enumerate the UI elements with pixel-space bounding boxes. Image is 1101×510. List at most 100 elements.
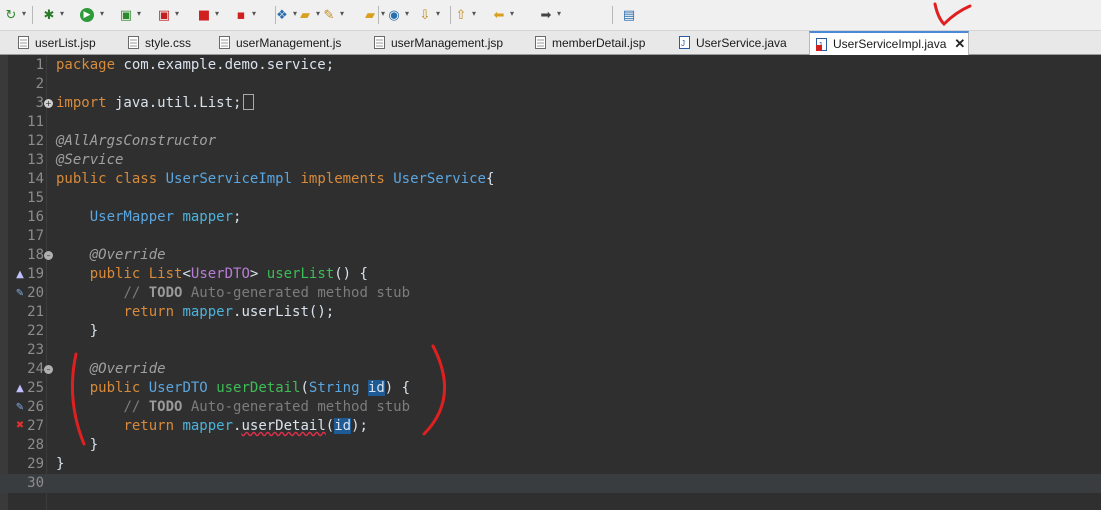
toolbar-separator [275, 6, 276, 24]
code-text: @AllArgsConstructor [56, 133, 217, 149]
code-line[interactable]: 22 } [0, 322, 1101, 341]
stop-icon[interactable]: ■ [195, 5, 213, 25]
tab-userserviceimpl-java[interactable]: J UserServiceImpl.java ✕ [809, 31, 969, 55]
code-text: import java.util.List; [56, 94, 255, 113]
code-line[interactable]: 28 } [0, 436, 1101, 455]
code-line[interactable]: 17 [0, 227, 1101, 246]
dropdown-caret-icon[interactable]: ▾ [22, 9, 26, 18]
code-text: @Override [89, 361, 166, 377]
dropdown-caret-icon[interactable]: ▾ [472, 9, 476, 18]
line-number: 17 [27, 228, 44, 244]
code-line[interactable]: 24 @Override – [0, 360, 1101, 379]
tab-label: memberDetail.jsp [552, 35, 646, 50]
dropdown-caret-icon[interactable]: ▾ [100, 9, 104, 18]
dropdown-caret-icon[interactable]: ▾ [510, 9, 514, 18]
collapsed-imports-box[interactable] [243, 94, 255, 110]
code-line[interactable]: 2 [0, 75, 1101, 94]
code-text: } [56, 437, 99, 453]
code-line[interactable]: 30 [0, 474, 1101, 493]
expand-fold-icon[interactable]: + [44, 99, 53, 108]
pin-editor-icon[interactable]: ▤ [620, 5, 638, 25]
line-number: 18 [27, 247, 44, 263]
dropdown-caret-icon[interactable]: ▾ [436, 9, 440, 18]
tab-usermanagement-jsp[interactable]: userManagement.jsp [374, 31, 512, 54]
run-coverage-icon[interactable]: ▣ [117, 5, 135, 25]
tab-label: style.css [145, 35, 192, 50]
override-marker-icon[interactable]: ▲ [14, 269, 26, 281]
line-number: 28 [27, 437, 44, 453]
code-line[interactable]: 3 import java.util.List; + [0, 94, 1101, 113]
toolbar-separator [378, 6, 379, 24]
task-marker-icon[interactable]: ✎ [14, 288, 26, 300]
code-line[interactable]: 27 return mapper.userDetail(id); ✖ [0, 417, 1101, 436]
code-text: public UserDTO userDetail(String id) { [89, 380, 411, 396]
tab-usermanagement-js[interactable]: userManagement.js [219, 31, 349, 54]
code-line[interactable]: 11 [0, 113, 1101, 132]
external-tools-icon[interactable]: ▣ [155, 5, 173, 25]
debug-icon[interactable]: ✱ [40, 5, 58, 25]
error-marker-icon[interactable]: ✖ [14, 420, 26, 432]
java-file-icon: J [816, 37, 827, 51]
sync-icon[interactable]: ↻ [2, 5, 20, 25]
back-icon[interactable]: ⬅ [490, 5, 508, 25]
dropdown-caret-icon[interactable]: ▾ [405, 9, 409, 18]
dropdown-caret-icon[interactable]: ▾ [252, 9, 256, 18]
line-number: 1 [35, 57, 44, 73]
line-number: 13 [27, 152, 44, 168]
collapse-fold-icon[interactable]: – [44, 251, 53, 260]
line-number: 12 [27, 133, 44, 149]
code-line[interactable]: 14 public class UserServiceImpl implement… [0, 170, 1101, 189]
code-line[interactable]: 23 [0, 341, 1101, 360]
run-icon[interactable]: ▶ [80, 8, 94, 22]
override-marker-icon[interactable]: ▲ [14, 383, 26, 395]
next-annotation-icon[interactable]: ⇩ [416, 5, 434, 25]
dropdown-caret-icon[interactable]: ▾ [137, 9, 141, 18]
css-file-icon [128, 36, 139, 49]
tab-label: userList.jsp [35, 35, 96, 50]
dropdown-caret-icon[interactable]: ▾ [175, 9, 179, 18]
code-line[interactable]: 12 @AllArgsConstructor [0, 132, 1101, 151]
tab-userlist-jsp[interactable]: userList.jsp [18, 31, 108, 54]
code-line[interactable]: 15 [0, 189, 1101, 208]
previous-annotation-icon[interactable]: ⇧ [452, 5, 470, 25]
line-number: 15 [27, 190, 44, 206]
tab-style-css[interactable]: style.css [128, 31, 203, 54]
code-line[interactable]: 26 // TODO Auto-generated method stub ✎ [0, 398, 1101, 417]
tab-label: userManagement.js [236, 35, 342, 50]
code-editor[interactable]: 1 package com.example.demo.service; 2 3 impo… [0, 55, 1101, 510]
collapse-fold-icon[interactable]: – [44, 365, 53, 374]
code-line[interactable]: 29} [0, 455, 1101, 474]
open-folder-icon[interactable]: ▰ [296, 5, 314, 25]
globe-icon[interactable]: ◉ [385, 5, 403, 25]
dropdown-caret-icon[interactable]: ▾ [215, 9, 219, 18]
code-line[interactable]: 18 @Override – [0, 246, 1101, 265]
tab-label: userManagement.jsp [391, 35, 504, 50]
task-marker-icon[interactable]: ✎ [14, 402, 26, 414]
tab-memberdetail-jsp[interactable]: memberDetail.jsp [535, 31, 657, 54]
code-line[interactable]: 13 @Service [0, 151, 1101, 170]
forward-icon[interactable]: ➡ [537, 5, 555, 25]
code-line[interactable]: 16 UserMapper mapper; [0, 208, 1101, 227]
code-line[interactable]: 1 package com.example.demo.service; [0, 56, 1101, 75]
code-text: // TODO Auto-generated method stub [123, 399, 411, 415]
code-text: // TODO Auto-generated method stub [123, 285, 411, 301]
new-server-icon[interactable]: ▪ [232, 5, 250, 25]
dropdown-caret-icon[interactable]: ▾ [340, 9, 344, 18]
code-text: return mapper.userDetail(id); [123, 418, 368, 434]
dropdown-caret-icon[interactable]: ▾ [60, 9, 64, 18]
code-text: public List<UserDTO> userList() { [89, 266, 368, 282]
code-line[interactable]: 19 public List<UserDTO> userList() {▲ [0, 265, 1101, 284]
js-file-icon [219, 36, 230, 49]
code-line[interactable]: 25 public UserDTO userDetail(String id) … [0, 379, 1101, 398]
edit-icon[interactable]: ✎ [320, 5, 338, 25]
code-line[interactable]: 20 // TODO Auto-generated method stub ✎ [0, 284, 1101, 303]
code-line[interactable]: 21 return mapper.userList(); [0, 303, 1101, 322]
line-number: 11 [27, 114, 44, 130]
line-number: 23 [27, 342, 44, 358]
open-folder-2-icon[interactable]: ▰ [361, 5, 379, 25]
code-text: } [56, 456, 65, 472]
dropdown-caret-icon[interactable]: ▾ [557, 9, 561, 18]
jsp-file-icon [18, 36, 29, 49]
close-tab-icon[interactable]: ✕ [954, 36, 965, 52]
tab-userservice-java[interactable]: J UserService.java [679, 31, 787, 54]
